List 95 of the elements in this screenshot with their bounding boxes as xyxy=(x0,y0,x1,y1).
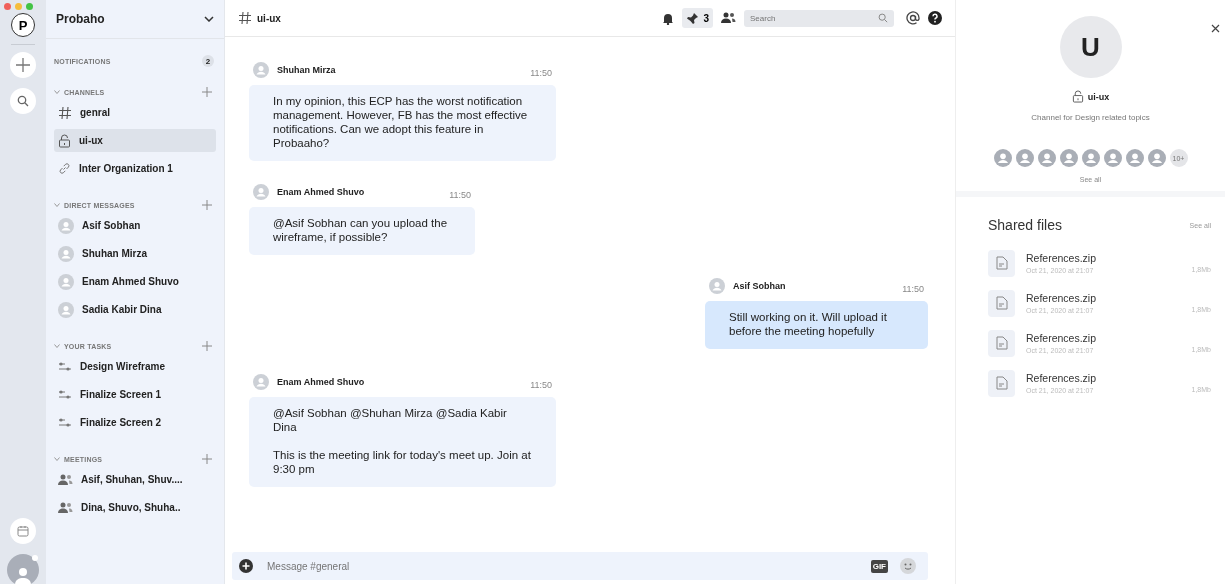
channel-name: ui-ux xyxy=(1087,91,1110,102)
avatar-icon xyxy=(58,301,74,318)
maximize-window-icon[interactable] xyxy=(26,3,33,10)
sidebar-item[interactable]: Asif, Shuhan, Shuv.... xyxy=(54,468,216,491)
close-window-icon[interactable] xyxy=(4,3,11,10)
file-name[interactable]: References.zip xyxy=(1026,252,1192,264)
author-name[interactable]: Shuhan Mirza xyxy=(277,65,336,75)
mention-icon[interactable] xyxy=(906,11,920,25)
sidebar-item[interactable]: Enam Ahmed Shuvo xyxy=(54,270,216,293)
search-icon xyxy=(17,95,29,107)
member-avatar-icon[interactable] xyxy=(993,149,1012,167)
document-icon[interactable] xyxy=(988,289,1015,317)
member-avatar-icon[interactable] xyxy=(1015,149,1034,167)
caret-icon[interactable] xyxy=(54,344,60,348)
file-name[interactable]: References.zip xyxy=(1026,332,1192,344)
sidebar-item[interactable]: genral xyxy=(54,101,216,124)
notification-count: 2 xyxy=(202,55,214,67)
avatar-icon xyxy=(253,184,269,200)
minimize-window-icon[interactable] xyxy=(15,3,22,10)
member-avatar-icon[interactable] xyxy=(1081,149,1100,167)
channel-description: Channel for Design related topics xyxy=(1031,113,1150,122)
author-name[interactable]: Enam Ahmed Shuvo xyxy=(277,187,365,197)
message-text: This is the meeting link for today's meet up. Join at 9:30 pm xyxy=(273,448,532,476)
message-time: 11:50 xyxy=(449,190,471,200)
add-icon[interactable] xyxy=(239,559,253,573)
message-time: 11:50 xyxy=(902,284,924,294)
member-avatar-icon[interactable] xyxy=(1037,149,1056,167)
plus-icon xyxy=(15,57,31,73)
message-field[interactable]: Message #general GIF xyxy=(232,552,928,580)
caret-icon[interactable] xyxy=(54,203,60,207)
channel-avatar: U xyxy=(1059,16,1122,78)
search-icon xyxy=(878,13,888,23)
author-name[interactable]: Asif Sobhan xyxy=(733,281,786,291)
hash-icon xyxy=(58,105,72,120)
document-icon[interactable] xyxy=(988,369,1015,397)
calendar-button[interactable] xyxy=(10,518,36,544)
user-avatar[interactable] xyxy=(7,554,39,584)
search-button[interactable] xyxy=(10,88,36,114)
message-text: @Asif Sobhan can you upload the wireframe, if possible? xyxy=(273,216,449,244)
message-text: Still working on it. Will upload it before the meeting hopefully xyxy=(729,310,888,338)
sliders-icon xyxy=(58,360,72,373)
author-name[interactable]: Enam Ahmed Shuvo xyxy=(277,377,365,387)
document-icon[interactable] xyxy=(988,329,1015,357)
avatar-icon xyxy=(253,374,269,390)
member-avatar-icon[interactable] xyxy=(1147,149,1166,167)
member-avatar-icon[interactable] xyxy=(1103,149,1122,167)
message-text: In my opinion, this ECP has the worst notification management. However, FB has the most effective notifications. Can we adopt this feature in Probaaho? xyxy=(273,94,529,150)
help-icon[interactable] xyxy=(928,11,942,25)
document-icon[interactable] xyxy=(988,249,1015,277)
avatar-icon xyxy=(709,278,725,294)
avatar-icon xyxy=(58,245,74,262)
channel-title: ui-ux xyxy=(257,12,281,24)
sliders-icon xyxy=(58,388,72,401)
avatar-icon xyxy=(58,217,74,234)
sliders-icon xyxy=(58,416,72,429)
shared-files-title: Shared files xyxy=(988,217,1062,233)
pinned-button[interactable]: 3 xyxy=(682,8,713,28)
caret-icon[interactable] xyxy=(54,457,60,461)
file-name[interactable]: References.zip xyxy=(1026,372,1192,384)
sidebar-item[interactable]: Sadia Kabir Dina xyxy=(54,298,216,321)
close-icon[interactable] xyxy=(1211,24,1220,33)
gif-button[interactable]: GIF xyxy=(870,559,888,573)
sidebar-item[interactable]: Finalize Screen 2 xyxy=(54,411,216,434)
sidebar-item[interactable]: Dina, Shuvo, Shuha.. xyxy=(54,496,216,519)
calendar-icon xyxy=(17,525,29,537)
file-name[interactable]: References.zip xyxy=(1026,292,1192,304)
sidebar-item[interactable]: ui-ux xyxy=(54,129,216,152)
member-avatar-icon[interactable] xyxy=(1125,149,1144,167)
sidebar-item[interactable]: Shuhan Mirza xyxy=(54,242,216,265)
pin-icon xyxy=(686,11,700,25)
search-field[interactable]: Search xyxy=(744,9,894,27)
bell-icon[interactable] xyxy=(662,11,675,25)
people-icon xyxy=(58,473,73,486)
avatar-icon xyxy=(253,62,269,78)
caret-icon[interactable] xyxy=(54,90,60,94)
sidebar-item[interactable]: Asif Sobhan xyxy=(54,214,216,237)
message-text: @Asif Sobhan @Shuhan Mirza @Sadia Kabir Dina xyxy=(273,406,508,434)
avatar-icon xyxy=(58,273,74,290)
sidebar-item[interactable]: Inter Organization 1 xyxy=(54,157,216,180)
sidebar-item[interactable]: Finalize Screen 1 xyxy=(54,383,216,406)
sidebar-item[interactable]: Design Wireframe xyxy=(54,355,216,378)
chevron-down-icon[interactable] xyxy=(204,16,214,22)
smiley-icon[interactable] xyxy=(900,558,916,574)
hash-icon xyxy=(238,11,252,25)
people-icon[interactable] xyxy=(721,12,736,24)
lock-icon xyxy=(1071,90,1084,103)
workspace-name: Probaho xyxy=(56,12,105,26)
add-workspace-button[interactable] xyxy=(10,52,36,78)
message-time: 11:50 xyxy=(530,68,552,78)
lock-icon xyxy=(58,133,71,148)
workspace-avatar[interactable]: P xyxy=(11,13,35,37)
people-icon xyxy=(58,501,73,514)
message-time: 11:50 xyxy=(530,380,552,390)
link-icon xyxy=(58,162,71,175)
member-avatar-icon[interactable] xyxy=(1059,149,1078,167)
